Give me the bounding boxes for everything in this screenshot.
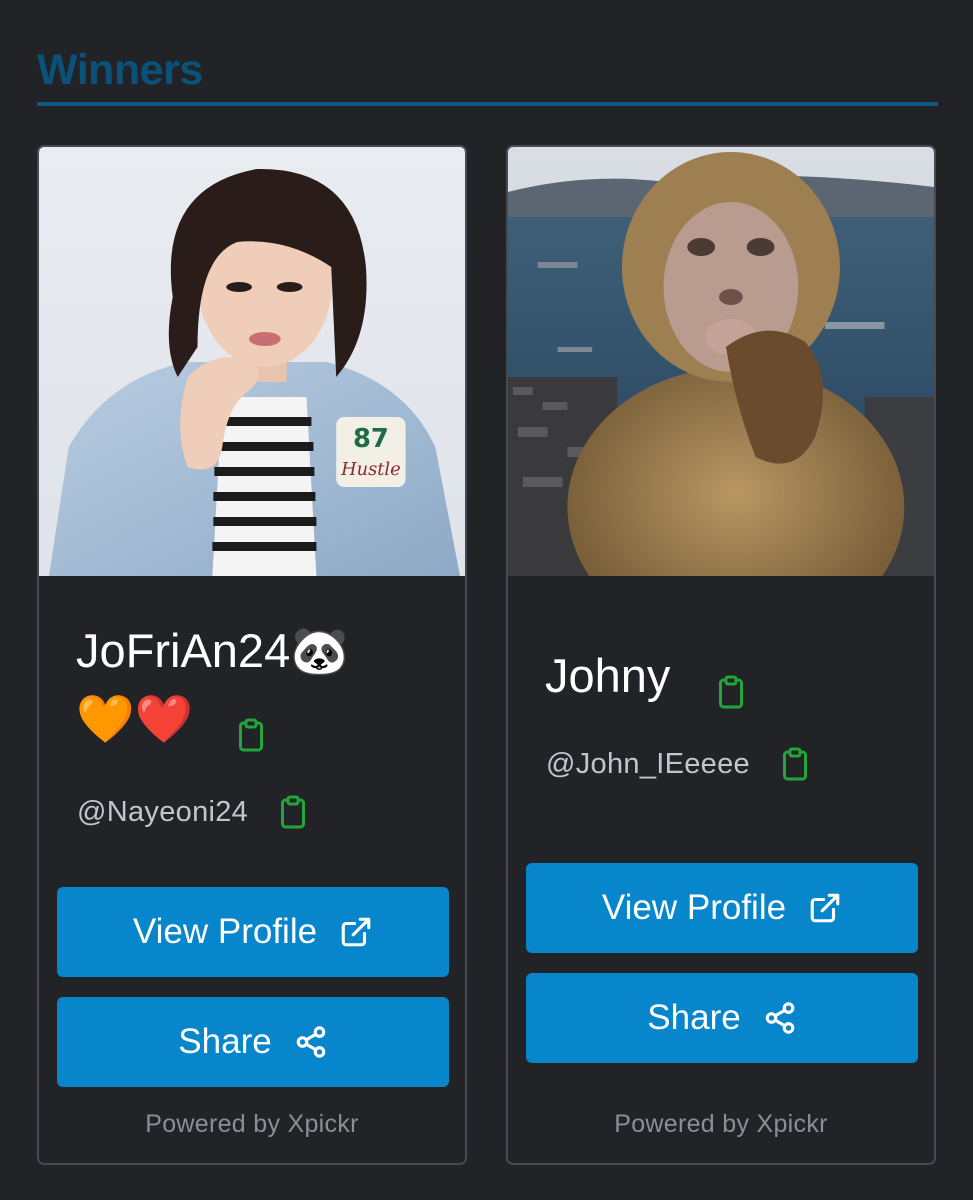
winner-name-emojis: 🧡❤️ <box>76 692 194 745</box>
winner-name-block: JoFriAn24🐼 🧡❤️ <box>76 617 445 753</box>
winner-handle-row: @Nayeoni24 <box>77 795 306 829</box>
winner-name-block: Johny <box>545 642 914 710</box>
share-label: Share <box>647 998 741 1037</box>
winner-name-emoji-line: 🧡❤️ <box>76 685 445 753</box>
winner-photo: 87 Hustle <box>39 147 465 576</box>
winner-card: 87 Hustle JoFriAn24🐼 🧡❤️ @Nayeoni24 View… <box>37 145 467 1165</box>
external-link-icon <box>341 917 371 947</box>
clipboard-icon[interactable] <box>718 659 744 709</box>
winner-handle: @John_IEeeee <box>546 747 750 780</box>
clipboard-icon[interactable] <box>238 702 264 752</box>
clipboard-icon[interactable] <box>280 795 306 829</box>
powered-by-text: Powered by Xpickr <box>614 1110 828 1138</box>
share-label: Share <box>178 1022 272 1061</box>
winner-photo-illustration: 87 Hustle <box>39 147 465 576</box>
clipboard-icon[interactable] <box>782 747 808 781</box>
svg-text:Hustle: Hustle <box>340 459 401 480</box>
view-profile-label: View Profile <box>601 888 787 927</box>
title-divider <box>37 102 938 106</box>
winner-handle: @Nayeoni24 <box>77 795 249 828</box>
winner-card: Johny @John_IEeeee View Profile Share Po… <box>506 145 936 1165</box>
share-icon <box>765 1002 795 1034</box>
share-icon <box>296 1026 326 1058</box>
winner-name: JoFriAn24🐼 <box>76 624 349 677</box>
view-profile-button[interactable]: View Profile <box>57 887 449 977</box>
view-profile-label: View Profile <box>132 912 318 951</box>
winners-page: Winners 87 Hustle JoFriAn24🐼 🧡❤️ @Nayeon… <box>0 0 973 1200</box>
external-link-icon <box>810 893 840 923</box>
winner-photo-illustration <box>508 147 934 576</box>
winner-name: Johny <box>545 649 671 702</box>
share-button[interactable]: Share <box>57 997 449 1087</box>
winner-name-line: Johny <box>545 642 914 710</box>
view-profile-button[interactable]: View Profile <box>526 863 918 953</box>
winner-photo <box>508 147 934 576</box>
section-title: Winners <box>37 46 203 94</box>
svg-text:87: 87 <box>353 424 389 454</box>
share-button[interactable]: Share <box>526 973 918 1063</box>
winner-handle-row: @John_IEeeee <box>546 747 808 781</box>
powered-by-text: Powered by Xpickr <box>145 1110 359 1138</box>
